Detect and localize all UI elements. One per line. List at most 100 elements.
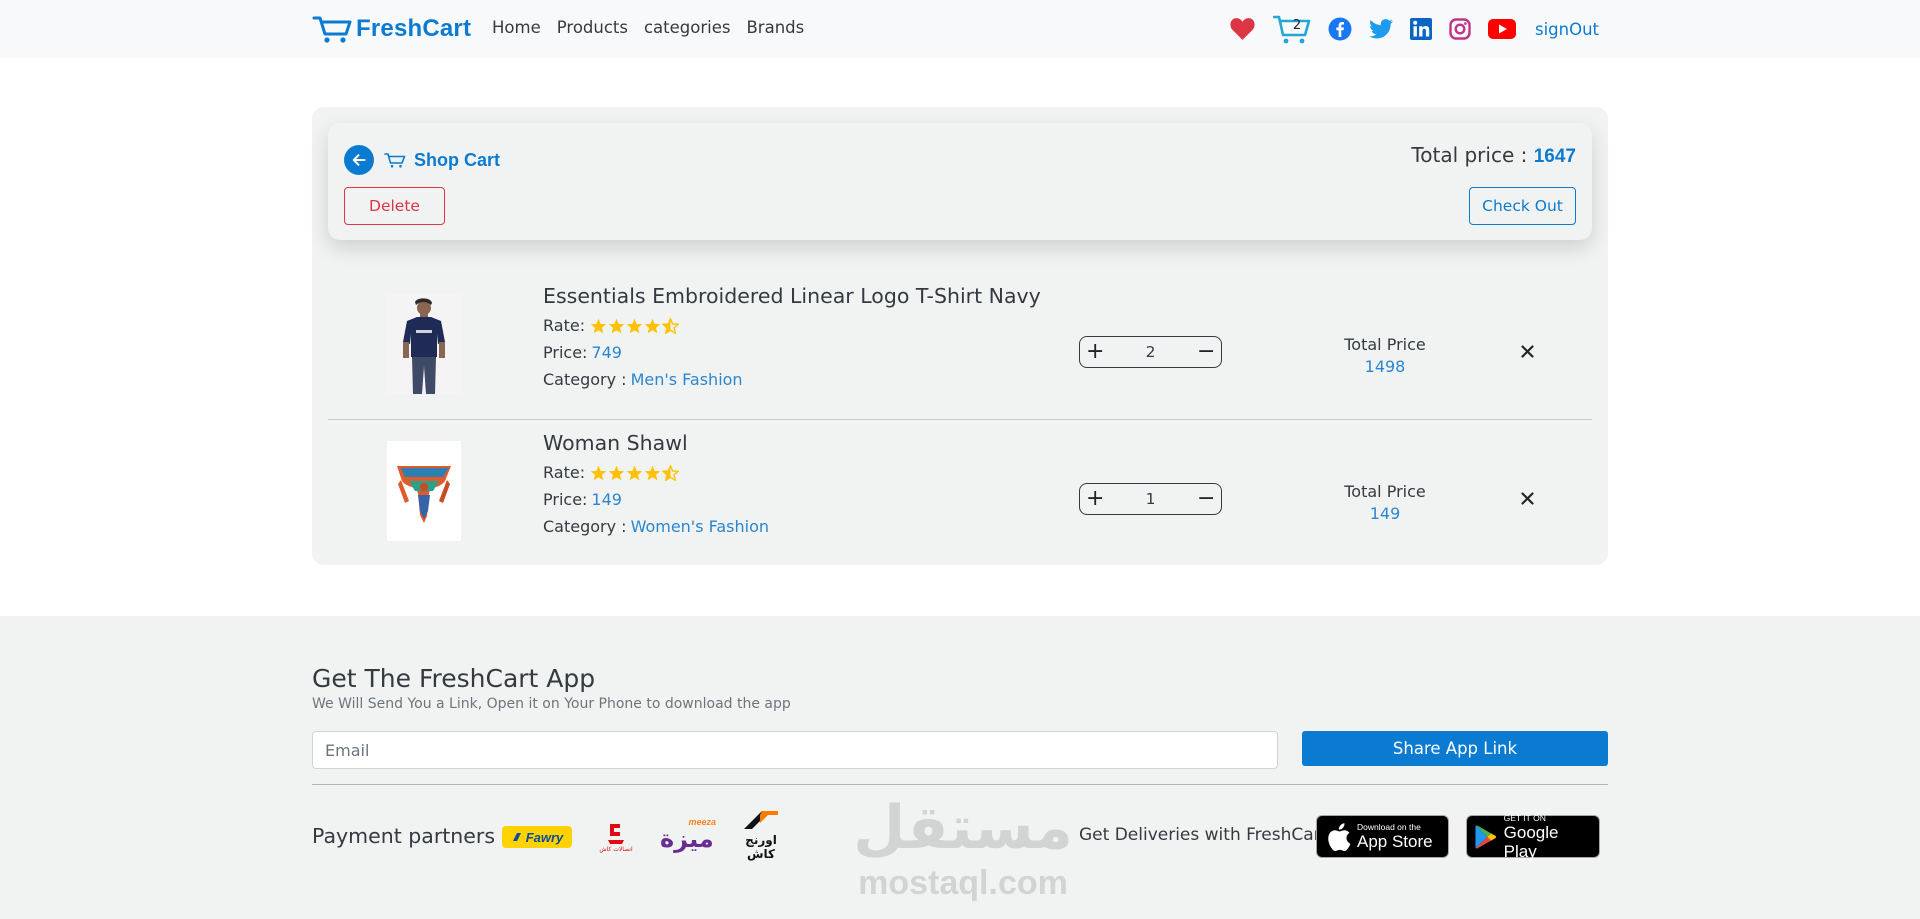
nav-right: 2 signOut — [1229, 14, 1599, 44]
item-total: Total Price 149 — [1330, 481, 1440, 525]
quantity-value: 1 — [1145, 490, 1156, 508]
share-app-link-button[interactable]: Share App Link — [1302, 731, 1608, 766]
star-icon — [626, 465, 643, 480]
item-total: Total Price 1498 — [1330, 334, 1440, 378]
etisalat-cash-logo: اتصالات كاش — [594, 817, 638, 857]
app-store-button[interactable]: Download on the App Store — [1316, 815, 1449, 858]
cart-icon[interactable]: 2 — [1272, 14, 1311, 44]
cart-total-label: Total price : — [1411, 143, 1528, 167]
item-category: Category : Women's Fashion — [543, 513, 769, 540]
item-info: Woman Shawl Rate: Price: 149 Category : … — [543, 431, 769, 540]
footer-app-subtitle: We Will Send You a Link, Open it on Your… — [312, 696, 791, 712]
orange-cash-text-1: اورنج — [745, 833, 777, 847]
product-image-tshirt — [387, 294, 461, 394]
star-icon — [590, 465, 607, 480]
close-icon — [1520, 491, 1534, 505]
arrow-left-icon — [352, 154, 366, 166]
nav-link-home[interactable]: Home — [492, 18, 541, 37]
rate-label: Rate: — [543, 316, 586, 335]
instagram-icon[interactable] — [1449, 18, 1471, 40]
app-store-small: Download on the — [1357, 822, 1421, 832]
star-half-icon — [662, 317, 680, 334]
signout-link[interactable]: signOut — [1535, 20, 1599, 39]
quantity-stepper: + 2 − — [1079, 336, 1222, 368]
watermark-text: mostaql.com — [858, 864, 1068, 902]
orange-cash-logo: اورنج كاش — [738, 809, 784, 865]
footer: Get The FreshCart App We Will Send You a… — [0, 616, 1920, 919]
item-total-label: Total Price — [1344, 482, 1426, 501]
shopping-cart-icon — [384, 153, 406, 168]
category-value[interactable]: Women's Fashion — [631, 513, 769, 540]
heart-icon[interactable] — [1229, 17, 1256, 41]
app-store-text: Download on the App Store — [1357, 822, 1433, 851]
star-rating — [590, 317, 680, 334]
item-title[interactable]: Essentials Embroidered Linear Logo T-Shi… — [543, 284, 1041, 308]
nav-link-brands[interactable]: Brands — [746, 18, 804, 37]
product-image-shawl — [387, 441, 461, 541]
star-icon — [644, 318, 661, 333]
increase-quantity-button[interactable]: + — [1086, 488, 1104, 510]
cart-item: Woman Shawl Rate: Price: 149 Category : … — [328, 421, 1592, 567]
cart-item: Essentials Embroidered Linear Logo T-Shi… — [328, 274, 1592, 420]
footer-divider — [312, 784, 1608, 785]
checkout-button[interactable]: Check Out — [1469, 187, 1576, 225]
google-play-text: GET IT ON Google Play — [1504, 813, 1591, 861]
item-total-value: 149 — [1369, 504, 1401, 523]
item-price: Price: 749 — [543, 339, 1041, 366]
category-label: Category : — [543, 517, 627, 536]
google-play-big: Google Play — [1503, 822, 1559, 861]
facebook-icon[interactable] — [1328, 17, 1352, 41]
deliveries-label: Get Deliveries with FreshCart — [1079, 825, 1328, 845]
orange-arrow-icon — [744, 811, 778, 829]
navbar: FreshCart Home Products categories Brand… — [0, 0, 1920, 58]
decrease-quantity-button[interactable]: − — [1197, 341, 1215, 363]
cart-total: Total price : 1647 — [1411, 143, 1576, 168]
decrease-quantity-button[interactable]: − — [1197, 488, 1215, 510]
google-play-small: GET IT ON — [1503, 812, 1546, 823]
star-rating — [590, 464, 680, 481]
item-total-label: Total Price — [1344, 335, 1426, 354]
item-rating: Rate: — [543, 459, 769, 486]
item-title[interactable]: Woman Shawl — [543, 431, 769, 455]
star-icon — [644, 465, 661, 480]
shop-cart-heading: Shop Cart — [414, 149, 501, 170]
linkedin-icon[interactable] — [1409, 18, 1432, 40]
category-value[interactable]: Men's Fashion — [631, 366, 743, 393]
fawry-text: Fawry — [525, 829, 564, 845]
back-button[interactable] — [344, 145, 374, 175]
price-label: Price: — [543, 343, 588, 362]
star-icon — [608, 465, 625, 480]
delete-cart-button[interactable]: Delete — [344, 187, 445, 225]
payment-partners-label: Payment partners — [312, 824, 496, 848]
item-total-value: 1498 — [1364, 357, 1406, 376]
star-half-icon — [662, 464, 680, 481]
price-value: 749 — [591, 343, 622, 362]
increase-quantity-button[interactable]: + — [1086, 341, 1104, 363]
quantity-value: 2 — [1145, 343, 1156, 361]
remove-item-button[interactable] — [1517, 488, 1537, 508]
star-icon — [626, 318, 643, 333]
twitter-icon[interactable] — [1369, 18, 1393, 40]
star-icon — [590, 318, 607, 333]
close-icon — [1520, 344, 1534, 358]
cart-logo-icon — [312, 14, 352, 44]
fawry-logo: Fawry — [502, 826, 572, 848]
watermark: مستقل mostaql.com — [843, 792, 1083, 902]
item-rating: Rate: — [543, 312, 1041, 339]
item-info: Essentials Embroidered Linear Logo T-Shi… — [543, 284, 1041, 393]
meeza-logo: meeza ميزة — [660, 817, 716, 857]
google-play-button[interactable]: GET IT ON Google Play — [1466, 813, 1600, 861]
cart-header: Shop Cart Total price : 1647 Delete Chec… — [328, 123, 1592, 240]
item-price: Price: 149 — [543, 486, 769, 513]
cart-total-value: 1647 — [1533, 146, 1576, 167]
nav-link-products[interactable]: Products — [557, 18, 628, 37]
cart-panel: Shop Cart Total price : 1647 Delete Chec… — [312, 107, 1608, 565]
email-input[interactable] — [312, 731, 1278, 769]
etisalat-mark-icon — [608, 823, 624, 844]
youtube-icon[interactable] — [1487, 19, 1516, 39]
nav-link-categories[interactable]: categories — [644, 18, 731, 37]
etisalat-cash-text: اتصالات كاش — [599, 845, 633, 853]
remove-item-button[interactable] — [1517, 341, 1537, 361]
brand-logo[interactable]: FreshCart — [312, 12, 471, 46]
star-icon — [608, 318, 625, 333]
